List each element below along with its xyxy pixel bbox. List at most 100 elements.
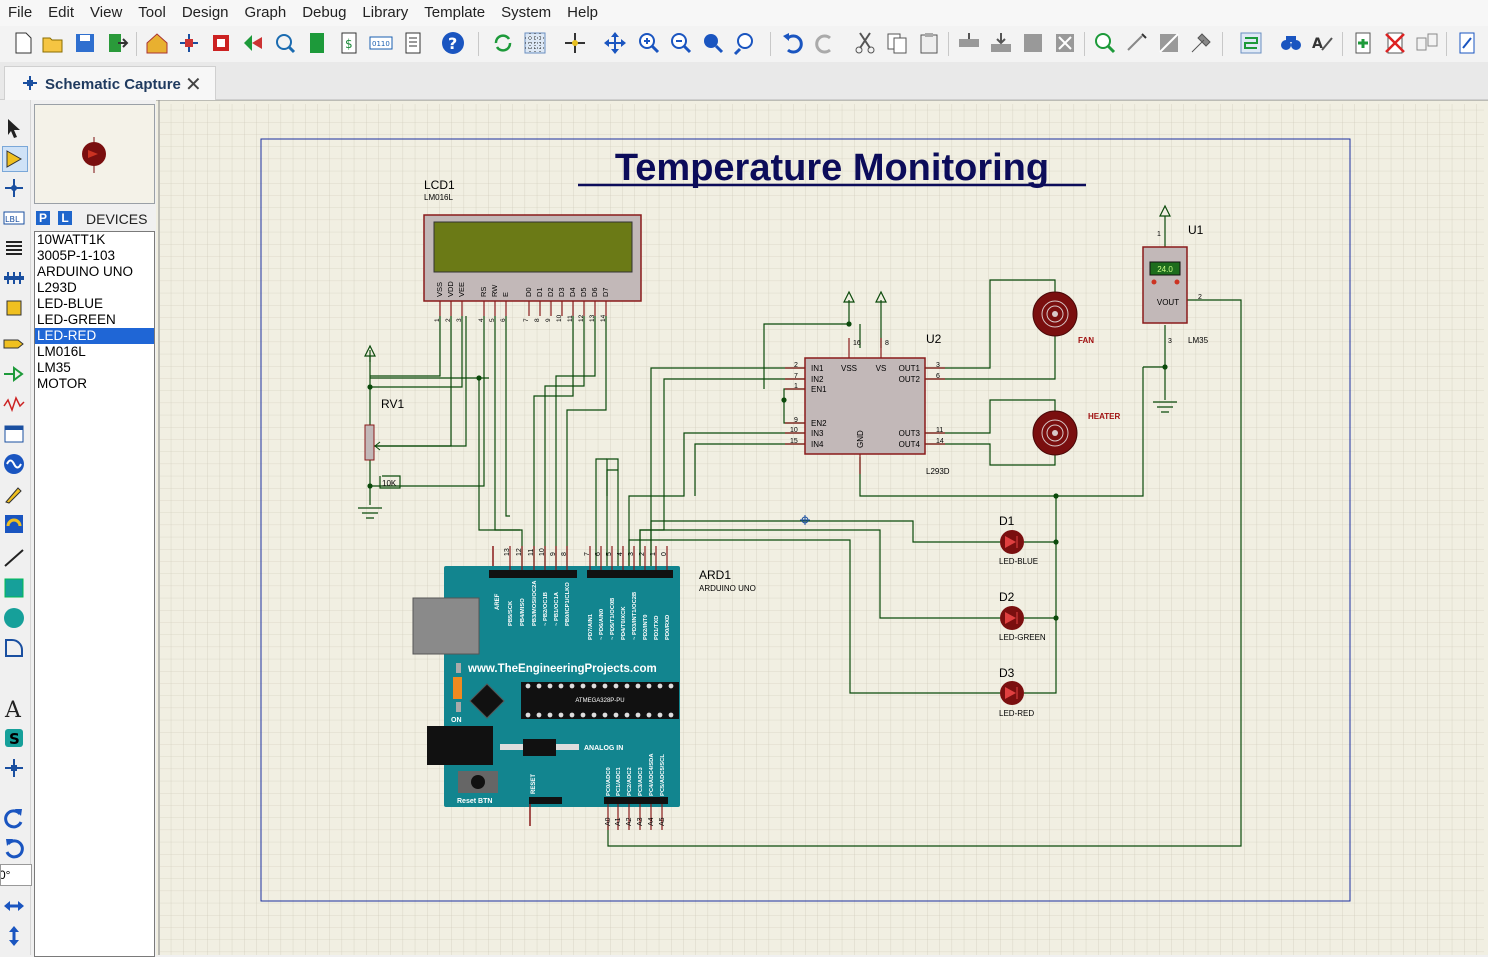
- device-item-3005p[interactable]: 3005P-1-103: [35, 248, 154, 264]
- probe-icon[interactable]: [2, 482, 26, 506]
- menu-template[interactable]: Template: [416, 0, 493, 26]
- search-tag-icon[interactable]: [1278, 30, 1304, 56]
- home-icon[interactable]: [144, 30, 170, 56]
- source-code-icon[interactable]: 0110: [368, 30, 394, 56]
- wire-autorouter-icon[interactable]: [1238, 30, 1264, 56]
- mirror-horizontal-icon[interactable]: [2, 894, 26, 918]
- menu-system[interactable]: System: [493, 0, 559, 26]
- lm35-vout-label: VOUT: [1157, 298, 1179, 307]
- zoom-out-icon[interactable]: [668, 30, 694, 56]
- gerber-icon[interactable]: [272, 30, 298, 56]
- pan-icon[interactable]: [602, 30, 628, 56]
- block-copy-icon[interactable]: [956, 30, 982, 56]
- menu-graph[interactable]: Graph: [237, 0, 295, 26]
- device-item-led-green[interactable]: LED-GREEN: [35, 312, 154, 328]
- rotation-angle-field[interactable]: 0°: [0, 864, 32, 886]
- marker-icon[interactable]: [2, 756, 26, 780]
- device-item-motor[interactable]: MOTOR: [35, 376, 154, 392]
- decompose-icon[interactable]: [1188, 30, 1214, 56]
- open-folder-icon[interactable]: [40, 30, 66, 56]
- schematic-icon[interactable]: [176, 30, 202, 56]
- library-manager-button[interactable]: L: [58, 211, 72, 225]
- make-device-icon[interactable]: [1124, 30, 1150, 56]
- copy-icon[interactable]: [884, 30, 910, 56]
- device-item-l293d[interactable]: L293D: [35, 280, 154, 296]
- rotate-clockwise-icon[interactable]: [2, 806, 26, 830]
- block-rotate-icon[interactable]: [1020, 30, 1046, 56]
- arc-draw-icon[interactable]: [2, 636, 26, 660]
- path-draw-icon[interactable]: [2, 666, 26, 690]
- overview-preview[interactable]: [34, 104, 155, 204]
- junction-dot-icon[interactable]: [2, 176, 26, 200]
- device-item-lm016l[interactable]: LM016L: [35, 344, 154, 360]
- menu-view[interactable]: View: [82, 0, 130, 26]
- virtual-instrument-icon[interactable]: [2, 512, 26, 536]
- zoom-in-icon[interactable]: [636, 30, 662, 56]
- menu-design[interactable]: Design: [174, 0, 237, 26]
- import-icon[interactable]: [104, 30, 130, 56]
- property-assign-icon[interactable]: A: [1310, 30, 1336, 56]
- menu-tool[interactable]: Tool: [130, 0, 174, 26]
- tab-schematic-capture[interactable]: Schematic Capture ✕: [4, 66, 216, 100]
- device-pin-icon[interactable]: [2, 362, 26, 386]
- subcircuit-icon[interactable]: [2, 296, 26, 320]
- device-item-led-blue[interactable]: LED-BLUE: [35, 296, 154, 312]
- menu-help[interactable]: Help: [559, 0, 606, 26]
- design-explorer-icon[interactable]: [304, 30, 330, 56]
- exit-to-parent-icon[interactable]: [1414, 30, 1440, 56]
- pick-device-button[interactable]: P: [36, 211, 50, 225]
- remove-sheet-icon[interactable]: [1382, 30, 1408, 56]
- circle-draw-icon[interactable]: [2, 606, 26, 630]
- text-draw-icon[interactable]: A: [2, 696, 26, 720]
- device-list[interactable]: 10WATT1K 3005P-1-103 ARDUINO UNO L293D L…: [34, 231, 155, 957]
- block-move-icon[interactable]: [988, 30, 1014, 56]
- notes-icon[interactable]: [400, 30, 426, 56]
- box-draw-icon[interactable]: [2, 576, 26, 600]
- component-mode-icon[interactable]: [2, 146, 28, 172]
- undo-icon[interactable]: [780, 30, 806, 56]
- text-script-icon[interactable]: [2, 236, 26, 260]
- new-file-icon[interactable]: [10, 30, 36, 56]
- zoom-all-icon[interactable]: [700, 30, 726, 56]
- device-item-lm35[interactable]: LM35: [35, 360, 154, 376]
- chip-pin: [569, 683, 575, 689]
- device-item-10watt1k[interactable]: 10WATT1K: [35, 232, 154, 248]
- redo-icon[interactable]: [812, 30, 838, 56]
- wire-label-icon[interactable]: LBL: [2, 206, 26, 230]
- menu-edit[interactable]: Edit: [40, 0, 82, 26]
- grid-toggle-icon[interactable]: [522, 30, 548, 56]
- refresh-icon[interactable]: [490, 30, 516, 56]
- zoom-area-icon[interactable]: [732, 30, 758, 56]
- new-sheet-icon[interactable]: [1350, 30, 1376, 56]
- pick-parts-icon[interactable]: [1092, 30, 1118, 56]
- tape-recorder-icon[interactable]: [2, 422, 26, 446]
- arduino-digital-pin-label: PD2/INT0: [643, 615, 649, 640]
- block-delete-icon[interactable]: [1052, 30, 1078, 56]
- bus-icon[interactable]: [2, 266, 26, 290]
- help-icon[interactable]: ?: [440, 30, 466, 56]
- origin-icon[interactable]: [562, 30, 588, 56]
- line-draw-icon[interactable]: [2, 546, 26, 570]
- edit-script-icon[interactable]: [1454, 30, 1480, 56]
- menu-file[interactable]: File: [0, 0, 40, 26]
- rotate-anticlockwise-icon[interactable]: [2, 836, 26, 860]
- schematic-canvas[interactable]: Temperature Monitoring LCD1 LM016L VSS1V…: [156, 100, 1488, 955]
- save-icon[interactable]: [72, 30, 98, 56]
- terminal-icon[interactable]: [2, 332, 26, 356]
- device-item-arduino-uno[interactable]: ARDUINO UNO: [35, 264, 154, 280]
- menu-library[interactable]: Library: [354, 0, 416, 26]
- selection-mode-icon[interactable]: [2, 116, 26, 140]
- pcb-icon[interactable]: [208, 30, 234, 56]
- generator-icon[interactable]: [2, 452, 26, 476]
- graph-icon[interactable]: [2, 392, 26, 416]
- packaging-icon[interactable]: [1156, 30, 1182, 56]
- cut-icon[interactable]: [852, 30, 878, 56]
- bom-icon[interactable]: $: [336, 30, 362, 56]
- paste-icon[interactable]: [916, 30, 942, 56]
- device-item-led-red[interactable]: LED-RED: [35, 328, 154, 344]
- menu-debug[interactable]: Debug: [294, 0, 354, 26]
- close-tab-icon[interactable]: ✕: [185, 72, 202, 97]
- symbol-draw-icon[interactable]: S: [2, 726, 26, 750]
- mirror-vertical-icon[interactable]: [2, 924, 26, 948]
- 3d-icon[interactable]: [240, 30, 266, 56]
